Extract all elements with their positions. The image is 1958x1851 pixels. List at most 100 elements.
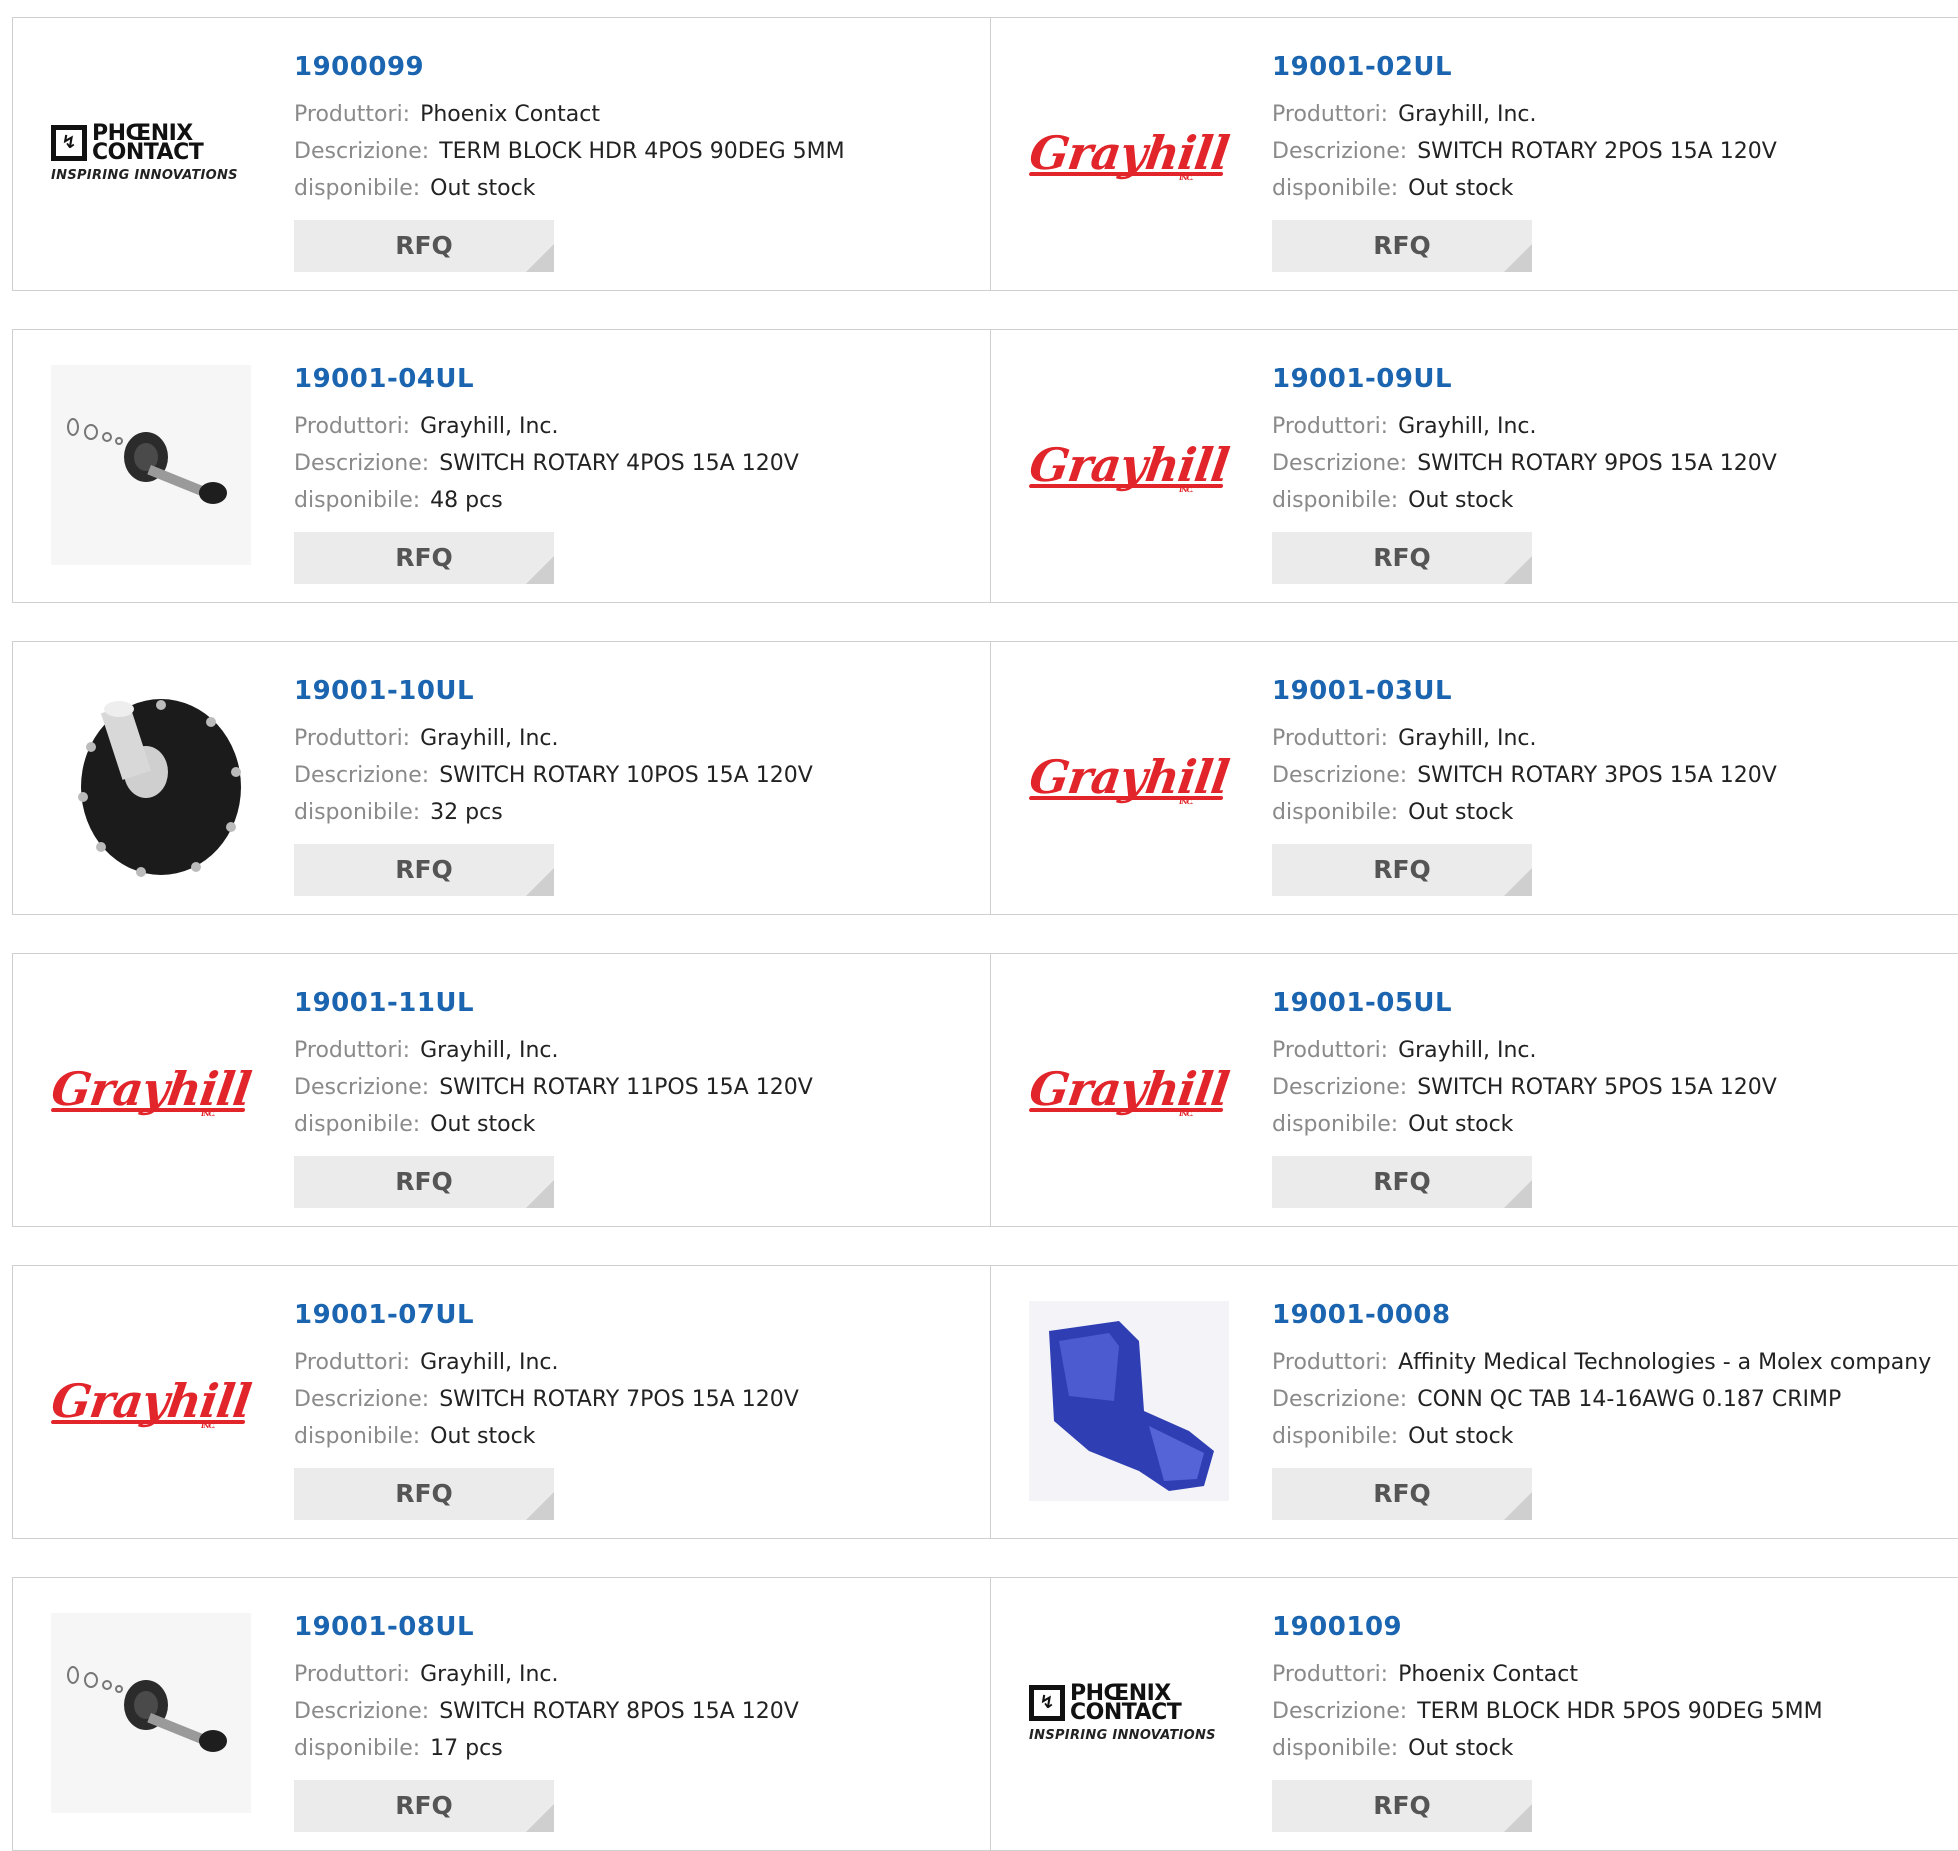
availability-row: disponibile: Out stock: [294, 1106, 813, 1143]
manufacturer-value: Grayhill, Inc.: [420, 1038, 559, 1063]
part-number-link[interactable]: 1900099: [294, 50, 845, 84]
manufacturer-value: Grayhill, Inc.: [420, 414, 559, 439]
part-number-link[interactable]: 19001-05UL: [1272, 986, 1777, 1020]
manufacturer-row: Produttori: Grayhill, Inc.: [294, 1032, 813, 1069]
corner-triangle-icon: [526, 244, 554, 272]
availability-label: disponibile:: [294, 176, 421, 201]
phoenix-logo-line2: CONTACT: [92, 139, 204, 165]
grayhill-inc-text: INC.: [200, 1421, 216, 1430]
product-info: 19001-0008 Produttori: Affinity Medical Te…: [1272, 1298, 1931, 1520]
part-number-link[interactable]: 19001-09UL: [1272, 362, 1777, 396]
rfq-button[interactable]: RFQ: [294, 532, 554, 584]
product-card: 19001-10UL Produttori: Grayhill, Inc. Descr…: [13, 642, 991, 914]
availability-row: disponibile: Out stock: [294, 1418, 799, 1455]
description-row: Descrizione: SWITCH ROTARY 4POS 15A 120V: [294, 445, 799, 482]
rfq-button-label: RFQ: [1373, 855, 1431, 884]
product-info: 19001-10UL Produttori: Grayhill, Inc. Descr…: [294, 674, 813, 896]
manufacturer-row: Produttori: Grayhill, Inc.: [294, 1656, 799, 1693]
product-thumbnail[interactable]: Grayhill INC.: [1026, 53, 1232, 253]
product-thumbnail[interactable]: Grayhill INC.: [48, 989, 254, 1189]
part-number-link[interactable]: 1900109: [1272, 1610, 1823, 1644]
grayhill-swoosh: [1028, 172, 1224, 176]
availability-value: Out stock: [1408, 1424, 1514, 1449]
grayhill-swoosh: [50, 1420, 246, 1424]
product-thumbnail[interactable]: ↯ PHŒNIX CONTACT INSPIRING INNOVATIONS: [51, 53, 251, 253]
grayhill-swoosh: [1028, 1108, 1224, 1112]
rfq-button[interactable]: RFQ: [1272, 1780, 1532, 1832]
rfq-button[interactable]: RFQ: [1272, 532, 1532, 584]
product-card: Grayhill INC. 19001-02UL Produttori: Grayh…: [991, 18, 1958, 290]
rfq-button-label: RFQ: [395, 1479, 453, 1508]
product-thumbnail[interactable]: [51, 1613, 251, 1813]
manufacturer-label: Produttori:: [1272, 1038, 1389, 1063]
description-label: Descrizione:: [1272, 451, 1408, 476]
rfq-button[interactable]: RFQ: [1272, 220, 1532, 272]
rfq-button[interactable]: RFQ: [1272, 844, 1532, 896]
phoenix-plug-icon: ↯: [1029, 1684, 1065, 1721]
availability-row: disponibile: 48 pcs: [294, 482, 799, 519]
part-number-link[interactable]: 19001-08UL: [294, 1610, 799, 1644]
grayhill-inc-text: INC.: [1178, 485, 1194, 494]
rotary-switch-exploded-image: [51, 1613, 251, 1813]
part-number-link[interactable]: 19001-02UL: [1272, 50, 1777, 84]
part-number-link[interactable]: 19001-11UL: [294, 986, 813, 1020]
product-thumbnail[interactable]: [51, 677, 251, 877]
manufacturer-value: Grayhill, Inc.: [420, 726, 559, 751]
manufacturer-value: Grayhill, Inc.: [1398, 726, 1537, 751]
corner-triangle-icon: [526, 556, 554, 584]
manufacturer-row: Produttori: Grayhill, Inc.: [1272, 96, 1777, 133]
rfq-button[interactable]: RFQ: [294, 1156, 554, 1208]
product-thumbnail[interactable]: Grayhill INC.: [1026, 989, 1232, 1189]
rfq-button[interactable]: RFQ: [294, 220, 554, 272]
product-thumbnail[interactable]: Grayhill INC.: [1026, 365, 1232, 565]
part-number-link[interactable]: 19001-10UL: [294, 674, 813, 708]
description-row: Descrizione: CONN QC TAB 14-16AWG 0.187 C…: [1272, 1381, 1931, 1418]
part-number-link[interactable]: 19001-07UL: [294, 1298, 799, 1332]
grayhill-logo: Grayhill INC.: [48, 1062, 254, 1118]
description-label: Descrizione:: [294, 763, 430, 788]
grayhill-logo: Grayhill INC.: [1026, 750, 1232, 806]
product-card: Grayhill INC. 19001-05UL Produttori: Grayh…: [991, 954, 1958, 1226]
manufacturer-row: Produttori: Grayhill, Inc.: [294, 1344, 799, 1381]
part-number-link[interactable]: 19001-0008: [1272, 1298, 1931, 1332]
part-number-link[interactable]: 19001-04UL: [294, 362, 799, 396]
rfq-button[interactable]: RFQ: [1272, 1468, 1532, 1520]
corner-triangle-icon: [526, 1492, 554, 1520]
product-info: 1900099 Produttori: Phoenix Contact Descriz…: [294, 50, 845, 272]
blue-connector-image: [1029, 1301, 1229, 1501]
product-thumbnail[interactable]: ↯ PHŒNIX CONTACT INSPIRING INNOVATIONS: [1029, 1613, 1229, 1813]
product-thumbnail[interactable]: Grayhill INC.: [1026, 677, 1232, 877]
product-thumbnail[interactable]: [51, 365, 251, 565]
product-card: Grayhill INC. 19001-03UL Produttori: Grayh…: [991, 642, 1958, 914]
phoenix-logo-line2: CONTACT: [1070, 1699, 1182, 1725]
manufacturer-value: Grayhill, Inc.: [1398, 1038, 1537, 1063]
product-info: 19001-09UL Produttori: Grayhill, Inc. Descr…: [1272, 362, 1777, 584]
manufacturer-value: Phoenix Contact: [420, 102, 600, 127]
part-number-link[interactable]: 19001-03UL: [1272, 674, 1777, 708]
availability-row: disponibile: Out stock: [1272, 1106, 1777, 1143]
manufacturer-row: Produttori: Affinity Medical Technologies…: [1272, 1344, 1931, 1381]
grayhill-logo: Grayhill INC.: [1026, 1062, 1232, 1118]
product-row: 19001-10UL Produttori: Grayhill, Inc. Descr…: [12, 641, 1958, 915]
product-card: Grayhill INC. 19001-11UL Produttori: Grayh…: [13, 954, 991, 1226]
availability-value: 48 pcs: [430, 488, 503, 513]
availability-row: disponibile: Out stock: [1272, 170, 1777, 207]
rfq-button[interactable]: RFQ: [1272, 1156, 1532, 1208]
product-card: 19001-0008 Produttori: Affinity Medical Te…: [991, 1266, 1958, 1538]
availability-value: Out stock: [1408, 176, 1514, 201]
availability-value: Out stock: [1408, 1112, 1514, 1137]
product-thumbnail[interactable]: Grayhill INC.: [48, 1301, 254, 1501]
availability-row: disponibile: Out stock: [1272, 794, 1777, 831]
rfq-button[interactable]: RFQ: [294, 844, 554, 896]
rfq-button[interactable]: RFQ: [294, 1780, 554, 1832]
rfq-button[interactable]: RFQ: [294, 1468, 554, 1520]
description-value: SWITCH ROTARY 4POS 15A 120V: [439, 451, 799, 476]
manufacturer-row: Produttori: Grayhill, Inc.: [1272, 1032, 1777, 1069]
description-label: Descrizione:: [1272, 1387, 1408, 1412]
product-thumbnail[interactable]: [1029, 1301, 1229, 1501]
availability-label: disponibile:: [294, 488, 421, 513]
phoenix-contact-logo: ↯ PHŒNIX CONTACT INSPIRING INNOVATIONS: [1029, 1682, 1229, 1743]
manufacturer-row: Produttori: Phoenix Contact: [294, 96, 845, 133]
product-card: ↯ PHŒNIX CONTACT INSPIRING INNOVATIONS 1…: [991, 1578, 1958, 1850]
description-label: Descrizione:: [294, 1699, 430, 1724]
